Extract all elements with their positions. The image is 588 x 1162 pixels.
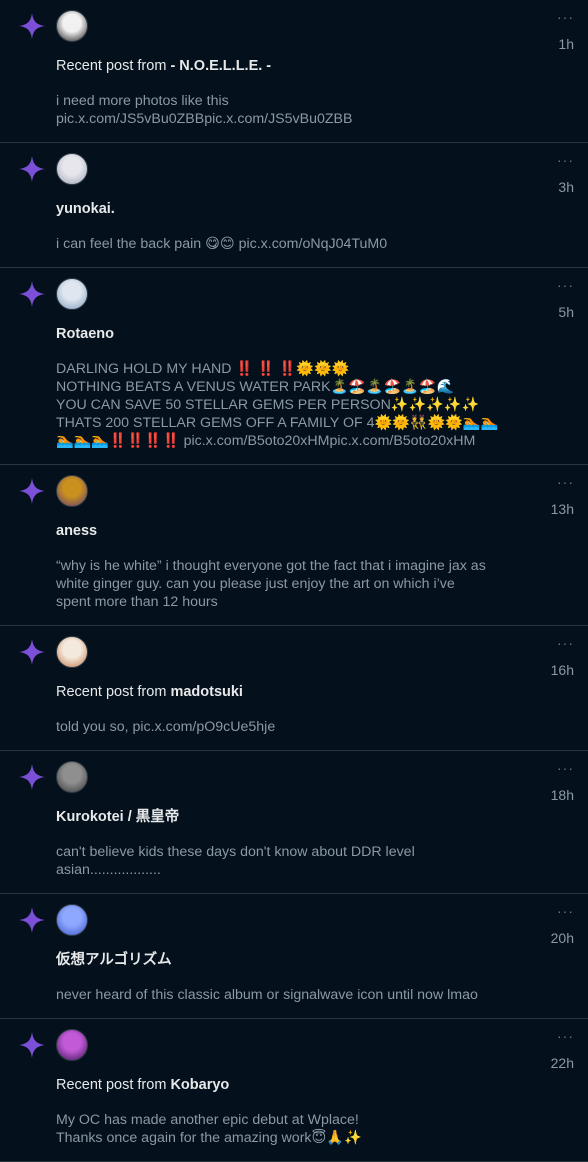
- notification-title: Recent post from madotsuki: [56, 682, 574, 702]
- author-name[interactable]: aness: [56, 523, 97, 539]
- more-options-icon[interactable]: ···: [557, 636, 574, 650]
- notification-item[interactable]: ··· 16h Recent post from madotsuki told …: [0, 626, 588, 751]
- avatar[interactable]: [56, 153, 88, 185]
- notification-item[interactable]: ··· 5h Rotaeno DARLING HOLD MY HAND ‼️ ‼…: [0, 268, 588, 465]
- more-options-icon[interactable]: ···: [557, 761, 574, 775]
- author-name[interactable]: Rotaeno: [56, 326, 114, 342]
- author-name[interactable]: Kurokotei / 黒皇帝: [56, 809, 179, 825]
- sparkle-star-icon: [19, 764, 45, 790]
- sparkle-star-icon: [19, 907, 45, 933]
- timestamp: 13h: [550, 501, 574, 517]
- post-preview-text[interactable]: told you so, pic.x.com/pO9cUe5hje: [56, 718, 574, 736]
- notification-item[interactable]: ··· 18h Kurokotei / 黒皇帝 can't believe ki…: [0, 751, 588, 894]
- author-name[interactable]: 仮想アルゴリズム: [56, 952, 172, 968]
- notification-item[interactable]: ··· 3h yunokai. i can feel the back pain…: [0, 143, 588, 268]
- sparkle-star-icon: [19, 156, 45, 182]
- notification-item[interactable]: ··· 20h 仮想アルゴリズム never heard of this cla…: [0, 894, 588, 1019]
- notification-title: Kurokotei / 黒皇帝: [56, 807, 574, 827]
- sparkle-star-icon: [19, 1032, 45, 1058]
- avatar[interactable]: [56, 636, 88, 668]
- more-options-icon[interactable]: ···: [557, 475, 574, 489]
- timestamp: 16h: [550, 662, 574, 678]
- timestamp: 20h: [550, 930, 574, 946]
- title-prefix: Recent post from: [56, 58, 171, 74]
- post-preview-text[interactable]: i can feel the back pain 😋😊 pic.x.com/oN…: [56, 235, 574, 253]
- post-preview-text[interactable]: “why is he white” i thought everyone got…: [56, 557, 574, 611]
- avatar[interactable]: [56, 10, 88, 42]
- author-name[interactable]: Kobaryo: [170, 1077, 229, 1093]
- notification-title: Recent post from Kobaryo: [56, 1075, 574, 1095]
- notification-title: aness: [56, 521, 574, 541]
- notification-title: 仮想アルゴリズム: [56, 950, 574, 970]
- notification-title: yunokai.: [56, 199, 574, 219]
- post-preview-text[interactable]: i need more photos like this pic.x.com/J…: [56, 92, 574, 128]
- avatar[interactable]: [56, 1029, 88, 1061]
- more-options-icon[interactable]: ···: [557, 10, 574, 24]
- avatar[interactable]: [56, 904, 88, 936]
- notification-title: Rotaeno: [56, 324, 574, 344]
- more-options-icon[interactable]: ···: [557, 278, 574, 292]
- author-name[interactable]: yunokai.: [56, 201, 115, 217]
- sparkle-star-icon: [19, 281, 45, 307]
- avatar[interactable]: [56, 278, 88, 310]
- sparkle-star-icon: [19, 13, 45, 39]
- post-preview-text[interactable]: DARLING HOLD MY HAND ‼️ ‼️ ‼️🌞🌞🌞 NOTHING…: [56, 360, 574, 450]
- timestamp: 22h: [550, 1055, 574, 1071]
- title-prefix: Recent post from: [56, 1077, 171, 1093]
- author-name[interactable]: madotsuki: [170, 684, 243, 700]
- avatar[interactable]: [56, 475, 88, 507]
- notification-item[interactable]: ··· 22h Recent post from Kobaryo My OC h…: [0, 1019, 588, 1162]
- sparkle-star-icon: [19, 478, 45, 504]
- notification-item[interactable]: ··· 1h Recent post from - N.O.E.L.L.E. -…: [0, 0, 588, 143]
- timestamp: 18h: [550, 787, 574, 803]
- more-options-icon[interactable]: ···: [557, 1029, 574, 1043]
- avatar[interactable]: [56, 761, 88, 793]
- author-name[interactable]: - N.O.E.L.L.E. -: [170, 58, 271, 74]
- post-preview-text[interactable]: can't believe kids these days don't know…: [56, 843, 574, 879]
- notification-feed: ··· 1h Recent post from - N.O.E.L.L.E. -…: [0, 0, 588, 1162]
- sparkle-star-icon: [19, 639, 45, 665]
- notification-item[interactable]: ··· 13h aness “why is he white” i though…: [0, 465, 588, 626]
- more-options-icon[interactable]: ···: [557, 904, 574, 918]
- more-options-icon[interactable]: ···: [557, 153, 574, 167]
- notification-title: Recent post from - N.O.E.L.L.E. -: [56, 56, 574, 76]
- title-prefix: Recent post from: [56, 684, 171, 700]
- post-preview-text[interactable]: never heard of this classic album or sig…: [56, 986, 574, 1004]
- timestamp: 3h: [558, 179, 574, 195]
- timestamp: 5h: [558, 304, 574, 320]
- post-preview-text[interactable]: My OC has made another epic debut at Wpl…: [56, 1111, 574, 1147]
- timestamp: 1h: [558, 36, 574, 52]
